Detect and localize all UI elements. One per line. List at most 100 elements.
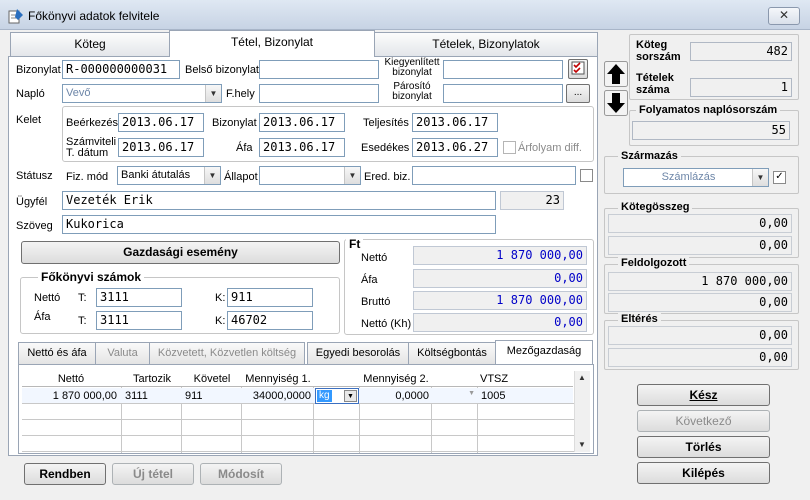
tetelek-szama-label: Tételek száma xyxy=(636,72,674,96)
szarmazas-checkbox[interactable]: ✓ xyxy=(773,171,786,184)
feldolgozott-value-2: 0,00 xyxy=(608,293,792,312)
afa-kovetel-field[interactable]: 46702 xyxy=(227,311,313,330)
window-title: Főkönyvi adatok felvitele xyxy=(28,9,160,23)
chevron-down-icon: ▼ xyxy=(468,390,475,397)
szamviteli-field[interactable]: 2013.06.17 xyxy=(118,138,204,157)
netto-tartozik-field[interactable]: 3111 xyxy=(96,288,182,307)
subtab-mezogazdasag[interactable]: Mezőgazdaság xyxy=(495,340,593,364)
grid-header-unit1 xyxy=(314,372,360,387)
naplo-value: Vevő xyxy=(66,87,91,99)
chevron-down-icon: ▼ xyxy=(344,390,357,402)
subtab-valuta[interactable]: Valuta xyxy=(95,342,150,364)
cell-kovetel[interactable]: 911 xyxy=(182,389,242,404)
arfolyam-label: Árfolyam diff. xyxy=(518,142,582,154)
bizonylat-date-label: Bizonylat xyxy=(212,117,257,129)
folyamatos-value: 55 xyxy=(632,121,790,140)
uj-tetel-button[interactable]: Új tétel xyxy=(112,463,194,485)
kotegosszeg-value-1: 0,00 xyxy=(608,214,792,233)
naplo-select[interactable]: Vevő ▼ xyxy=(62,84,222,103)
arrow-up-icon[interactable] xyxy=(604,61,628,87)
fizmod-value: Banki átutalás xyxy=(121,169,191,181)
ugyfel-label: Ügyfél xyxy=(16,196,48,208)
afa-tartozik-field[interactable]: 3111 xyxy=(96,311,182,330)
cell-tartozik[interactable]: 3111 xyxy=(122,389,182,404)
close-button[interactable]: ✕ xyxy=(768,7,800,25)
eredbiz-field[interactable] xyxy=(412,166,576,185)
szarmazas-select[interactable]: Számlázás ▼ xyxy=(623,168,769,187)
checklist-button[interactable] xyxy=(568,59,588,79)
subtab-koltsegbontas[interactable]: Költségbontás xyxy=(408,342,496,364)
grid-header-tartozik: Tartozik xyxy=(133,373,171,385)
subtab-egyedi[interactable]: Egyedi besorolás xyxy=(307,342,409,364)
app-icon xyxy=(8,9,23,24)
scroll-up-icon[interactable]: ▲ xyxy=(578,373,586,382)
esedekes-field[interactable]: 2013.06.27 xyxy=(412,138,498,157)
arfolyam-checkbox[interactable] xyxy=(503,141,516,154)
elteres-value-1: 0,00 xyxy=(608,326,792,345)
grid-header-mennyiseg1: Mennyiség 1. xyxy=(245,373,311,385)
folyamatos-label: Folyamatos naplósorszám xyxy=(636,104,781,116)
ft-nettokh-value: 0,00 xyxy=(413,313,587,332)
szoveg-label: Szöveg xyxy=(16,220,53,232)
afa-date-label: Áfa xyxy=(236,142,253,154)
ugyfel-field[interactable]: Vezeték Erik xyxy=(62,191,496,210)
teljesites-field[interactable]: 2013.06.17 xyxy=(412,113,498,132)
kovetkezo-button[interactable]: Következő xyxy=(637,410,770,432)
tab-koteg[interactable]: Köteg xyxy=(10,32,170,56)
chevron-down-icon: ▼ xyxy=(344,167,360,184)
scroll-down-icon[interactable]: ▼ xyxy=(578,440,586,449)
arrow-down-icon[interactable] xyxy=(604,90,628,116)
cell-unit2-select[interactable]: ▼ xyxy=(433,388,477,403)
teljesites-label: Teljesítés xyxy=(363,117,409,129)
feldolgozott-label: Feldolgozott xyxy=(618,257,690,269)
belso-bizonylat-field[interactable] xyxy=(259,60,379,79)
kiegyenlitett-field[interactable] xyxy=(443,60,563,79)
kesz-button[interactable]: Kész xyxy=(637,384,770,406)
cell-mennyiseg2[interactable]: 0,0000 xyxy=(360,389,432,404)
cell-mennyiseg1[interactable]: 34000,0000 xyxy=(242,389,314,404)
bizonylat-date-field[interactable]: 2013.06.17 xyxy=(259,113,345,132)
fizmod-select[interactable]: Banki átutalás ▼ xyxy=(117,166,221,185)
beerkezes-field[interactable]: 2013.06.17 xyxy=(118,113,204,132)
netto-kovetel-field[interactable]: 911 xyxy=(227,288,313,307)
ft-netto-value: 1 870 000,00 xyxy=(413,246,587,265)
fhely-field[interactable] xyxy=(259,84,379,103)
kilepes-button[interactable]: Kilépés xyxy=(637,462,770,484)
esedekes-label: Esedékes xyxy=(361,142,410,154)
tab-tetelek-bizonylatok[interactable]: Tételek, Bizonylatok xyxy=(374,32,598,56)
status-label: Státusz xyxy=(16,170,53,182)
torles-button[interactable]: Törlés xyxy=(637,436,770,458)
bizonylat-label: Bizonylat xyxy=(16,64,61,76)
cell-unit1-select[interactable]: kg ▼ xyxy=(315,388,359,404)
fhely-label: F.hely xyxy=(226,88,255,100)
tab-tetel-bizonylat[interactable]: Tétel, Bizonylat xyxy=(169,30,375,57)
modosit-button[interactable]: Módosít xyxy=(200,463,282,485)
ft-afa-label: Áfa xyxy=(361,274,378,286)
rendben-button[interactable]: Rendben xyxy=(24,463,106,485)
eredbiz-checkbox[interactable] xyxy=(580,169,593,182)
gazdasagi-esemeny-button[interactable]: Gazdasági esemény xyxy=(21,241,340,264)
bizonylat-field[interactable]: R-000000000031 xyxy=(62,60,180,79)
grid-header-netto: Nettó xyxy=(57,373,85,385)
parosito-browse-button[interactable]: ... xyxy=(566,84,590,103)
naplo-label: Napló xyxy=(16,88,45,100)
szoveg-field[interactable]: Kukorica xyxy=(62,215,496,234)
chevron-down-icon: ▼ xyxy=(205,85,221,102)
parosito-field[interactable] xyxy=(443,84,563,103)
chevron-down-icon: ▼ xyxy=(752,169,768,186)
ft-afa-value: 0,00 xyxy=(413,269,587,288)
feldolgozott-value-1: 1 870 000,00 xyxy=(608,272,792,291)
subtab-koltseg[interactable]: Közvetett, Közvetlen költség xyxy=(149,342,305,364)
koteg-sorszam-value: 482 xyxy=(690,42,792,61)
elteres-label: Eltérés xyxy=(618,313,661,325)
cell-netto[interactable]: 1 870 000,00 xyxy=(22,389,120,404)
afa-date-field[interactable]: 2013.06.17 xyxy=(259,138,345,157)
cell-vtsz[interactable]: 1005 xyxy=(478,389,573,404)
ugyfel-code: 23 xyxy=(500,191,564,210)
netto-k-label: K: xyxy=(215,292,226,304)
szarmazas-label: Származás xyxy=(618,150,681,162)
ft-nettokh-label: Nettó (Kh) xyxy=(361,318,412,330)
subtab-netto-afa[interactable]: Nettó és áfa xyxy=(18,342,96,364)
allapot-select[interactable]: ▼ xyxy=(259,166,361,185)
fizmod-label: Fiz. mód xyxy=(66,171,109,183)
